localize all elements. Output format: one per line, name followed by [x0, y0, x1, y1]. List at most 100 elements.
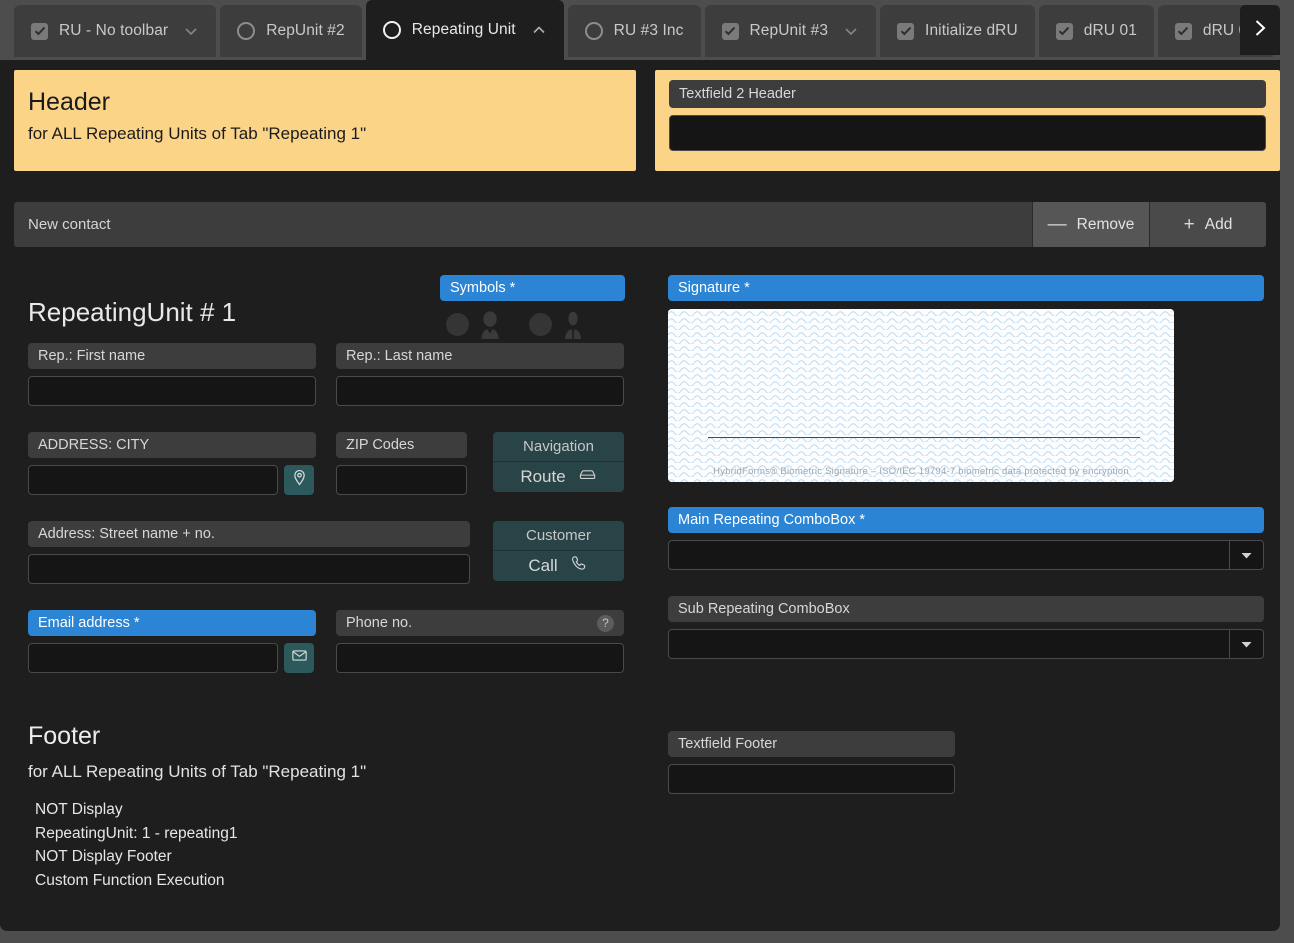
tab-repunit-3[interactable]: RepUnit #3 — [704, 5, 877, 57]
main-combo-group: Main Repeating ComboBox * — [668, 507, 1264, 570]
footer-text-block: Footer for ALL Repeating Units of Tab "R… — [28, 722, 628, 892]
triangle-down-icon[interactable] — [1229, 630, 1263, 658]
car-icon — [578, 465, 597, 489]
tab-repeating-unit[interactable]: Repeating Unit — [365, 0, 564, 60]
call-button[interactable]: Call — [493, 551, 624, 581]
header-title: Header — [28, 88, 110, 116]
signature-note: HybridForms® Biometric Signature – ISO/I… — [713, 466, 1129, 477]
first-name-field: Rep.: First name — [28, 343, 316, 406]
textfield-2-header-label: Textfield 2 Header — [669, 80, 1266, 108]
header-banner-right: Textfield 2 Header — [655, 70, 1280, 171]
tab-ru-3-inc[interactable]: RU #3 Inc — [567, 5, 701, 57]
tab-label: RepUnit #3 — [749, 22, 829, 39]
phone-icon — [570, 554, 589, 578]
last-name-input[interactable] — [336, 376, 624, 406]
tab-scroll-next-button[interactable] — [1240, 5, 1280, 55]
navigation-button-label: Navigation — [493, 432, 624, 462]
last-name-label: Rep.: Last name — [336, 343, 624, 369]
footer-title: Footer — [28, 722, 101, 750]
map-pin-icon — [291, 469, 308, 491]
email-label: Email address * — [28, 610, 316, 636]
customer-call-button[interactable]: Customer Call — [493, 521, 624, 581]
sub-combo-group: Sub Repeating ComboBox — [668, 596, 1264, 659]
street-input[interactable] — [28, 554, 470, 584]
toolbar-title: New contact — [28, 216, 111, 233]
checkbox-checked-icon[interactable] — [721, 22, 739, 40]
symbol-radio-female[interactable] — [446, 312, 469, 336]
minus-icon: — — [1047, 214, 1067, 235]
map-pin-button[interactable] — [284, 465, 314, 495]
tab-initialize-dru[interactable]: Initialize dRU — [880, 5, 1035, 57]
footer-lines: NOT Display RepeatingUnit: 1 - repeating… — [28, 798, 628, 892]
tab-label: Initialize dRU — [925, 22, 1018, 39]
tab-label: RepUnit #2 — [266, 22, 345, 39]
checkbox-checked-icon[interactable] — [31, 22, 48, 40]
email-field: Email address * — [28, 610, 316, 673]
chevron-down-icon[interactable] — [843, 23, 859, 39]
remove-button[interactable]: — Remove — [1032, 202, 1149, 247]
add-button-label: Add — [1204, 215, 1233, 233]
zip-input[interactable] — [336, 465, 467, 495]
last-name-field: Rep.: Last name — [336, 343, 624, 406]
textfield-footer-input[interactable] — [668, 764, 955, 794]
main-combo-select[interactable] — [668, 540, 1264, 570]
person-female-icon[interactable] — [469, 309, 511, 339]
symbol-radio-male[interactable] — [529, 312, 552, 336]
symbols-label: Symbols * — [440, 275, 625, 301]
add-button[interactable]: + Add — [1149, 202, 1266, 247]
radio-unchecked-icon[interactable] — [584, 22, 603, 40]
form-body: RepeatingUnit # 1 Symbols * Rep.: First … — [0, 257, 1280, 931]
symbols-options — [440, 309, 625, 339]
textfield-footer-label: Textfield Footer — [668, 731, 955, 757]
phone-input[interactable] — [336, 643, 624, 673]
repeating-unit-toolbar: New contact — Remove + Add — [14, 202, 1266, 247]
header-banner-left: Header for ALL Repeating Units of Tab "R… — [14, 70, 636, 171]
sub-combo-label: Sub Repeating ComboBox — [668, 596, 1264, 622]
chevron-down-icon[interactable] — [183, 23, 199, 39]
header-subtitle: for ALL Repeating Units of Tab "Repeatin… — [28, 124, 367, 143]
signature-pad[interactable]: HybridForms® Biometric Signature – ISO/I… — [668, 309, 1174, 482]
envelope-icon — [291, 647, 308, 669]
sub-combo-select[interactable] — [668, 629, 1264, 659]
main-combo-label: Main Repeating ComboBox * — [668, 507, 1264, 533]
tab-label: dRU 01 — [1083, 22, 1137, 39]
checkbox-checked-icon[interactable] — [1174, 22, 1192, 40]
first-name-label: Rep.: First name — [28, 343, 316, 369]
route-button[interactable]: Route — [493, 462, 624, 492]
footer-line: Custom Function Execution — [35, 871, 225, 889]
person-male-icon[interactable] — [552, 309, 594, 339]
signature-security-pattern — [668, 309, 1174, 482]
footer-line: RepeatingUnit: 1 - repeating1 — [35, 824, 238, 842]
navigation-route-button[interactable]: Navigation Route — [493, 432, 624, 492]
signature-line — [708, 437, 1140, 438]
phone-label: Phone no. ? — [336, 610, 624, 636]
city-input[interactable] — [28, 465, 278, 495]
phone-label-text: Phone no. — [346, 615, 413, 631]
footer-line: NOT Display Footer — [35, 848, 172, 865]
checkbox-checked-icon[interactable] — [897, 22, 915, 40]
tab-ru-no-toolbar[interactable]: RU - No toolbar — [14, 5, 217, 57]
email-input[interactable] — [28, 643, 278, 673]
radio-unchecked-icon[interactable] — [237, 22, 256, 40]
symbols-group: Symbols * — [440, 275, 625, 339]
plus-icon: + — [1183, 214, 1195, 235]
triangle-down-icon[interactable] — [1229, 541, 1263, 569]
tab-label: Repeating Unit — [411, 21, 516, 38]
tab-bar: RU - No toolbar RepUnit #2 Repeating Uni… — [0, 0, 1294, 60]
checkbox-checked-icon[interactable] — [1055, 22, 1073, 40]
radio-unchecked-icon[interactable] — [382, 21, 401, 39]
customer-button-label: Customer — [493, 521, 624, 551]
first-name-input[interactable] — [28, 376, 316, 406]
question-icon[interactable]: ? — [597, 614, 614, 632]
remove-button-label: Remove — [1076, 215, 1135, 233]
email-send-button[interactable] — [284, 643, 314, 673]
repeating-unit-title: RepeatingUnit # 1 — [28, 297, 237, 327]
tab-label: RU - No toolbar — [59, 22, 169, 39]
tab-dru-01[interactable]: dRU 01 — [1038, 5, 1154, 57]
zip-field: ZIP Codes — [336, 432, 467, 495]
footer-subtitle: for ALL Repeating Units of Tab "Repeatin… — [28, 762, 367, 781]
chevron-up-icon[interactable] — [531, 22, 547, 38]
textfield-2-header-input[interactable] — [669, 115, 1266, 151]
tab-repunit-2[interactable]: RepUnit #2 — [220, 5, 362, 57]
tab-label: RU #3 Inc — [613, 22, 684, 39]
